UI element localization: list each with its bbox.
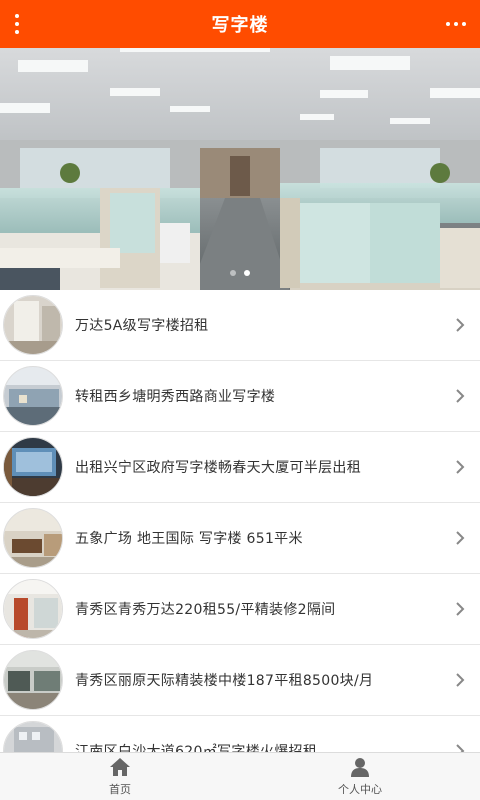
listing-thumbnail (3, 366, 63, 426)
list-item[interactable]: 五象广场 地王国际 写字楼 651平米 (0, 503, 480, 574)
chevron-right-icon (448, 668, 472, 692)
listing-thumbnail (3, 508, 63, 568)
list-item[interactable]: 青秀区青秀万达220租55/平精装修2隔间 (0, 574, 480, 645)
banner-carousel[interactable] (0, 48, 480, 290)
chevron-right-icon (448, 597, 472, 621)
listing-list: 万达5A级写字楼招租 转租西乡塘明秀西路商业写字楼 出租兴宁区政府写字楼畅春天大… (0, 290, 480, 752)
app-header: 写字楼 (0, 0, 480, 48)
chevron-right-icon (448, 526, 472, 550)
listing-thumbnail (3, 721, 63, 752)
office-banner-image (0, 48, 480, 290)
carousel-dot-active[interactable] (244, 270, 250, 276)
chevron-right-icon (448, 384, 472, 408)
list-item[interactable]: 万达5A级写字楼招租 (0, 290, 480, 361)
list-item[interactable]: 青秀区丽原天际精装楼中楼187平租8500块/月 (0, 645, 480, 716)
user-icon (351, 757, 369, 777)
listing-title: 青秀区丽原天际精装楼中楼187平租8500块/月 (75, 673, 374, 689)
home-icon (110, 757, 130, 776)
list-item[interactable]: 出租兴宁区政府写字楼畅春天大厦可半层出租 (0, 432, 480, 503)
listing-thumbnail (3, 579, 63, 639)
listing-title: 出租兴宁区政府写字楼畅春天大厦可半层出租 (75, 460, 361, 476)
listing-title: 青秀区青秀万达220租55/平精装修2隔间 (75, 602, 336, 618)
listing-title: 万达5A级写字楼招租 (75, 318, 209, 334)
tab-home[interactable]: 首页 (0, 753, 240, 800)
carousel-indicators (0, 270, 480, 276)
listing-title: 江南区白沙大道620㎡写字楼火爆招租 (75, 744, 318, 752)
list-item[interactable]: 转租西乡塘明秀西路商业写字楼 (0, 361, 480, 432)
list-item[interactable]: 江南区白沙大道620㎡写字楼火爆招租 (0, 716, 480, 752)
bottom-tab-bar: 首页 个人中心 (0, 752, 480, 800)
tab-profile-label: 个人中心 (338, 782, 382, 796)
chevron-right-icon (448, 313, 472, 337)
carousel-dot[interactable] (230, 270, 236, 276)
chevron-right-icon (448, 455, 472, 479)
horizontal-dots-icon[interactable] (442, 10, 470, 38)
listing-title: 五象广场 地王国际 写字楼 651平米 (75, 531, 303, 547)
listing-title: 转租西乡塘明秀西路商业写字楼 (75, 389, 276, 405)
page-title: 写字楼 (211, 15, 269, 36)
tab-home-label: 首页 (109, 782, 131, 796)
tab-profile[interactable]: 个人中心 (240, 753, 480, 800)
vertical-dots-icon[interactable] (10, 10, 24, 38)
listing-thumbnail (3, 650, 63, 710)
listing-thumbnail (3, 437, 63, 497)
chevron-right-icon (448, 739, 472, 752)
listing-thumbnail (3, 295, 63, 355)
